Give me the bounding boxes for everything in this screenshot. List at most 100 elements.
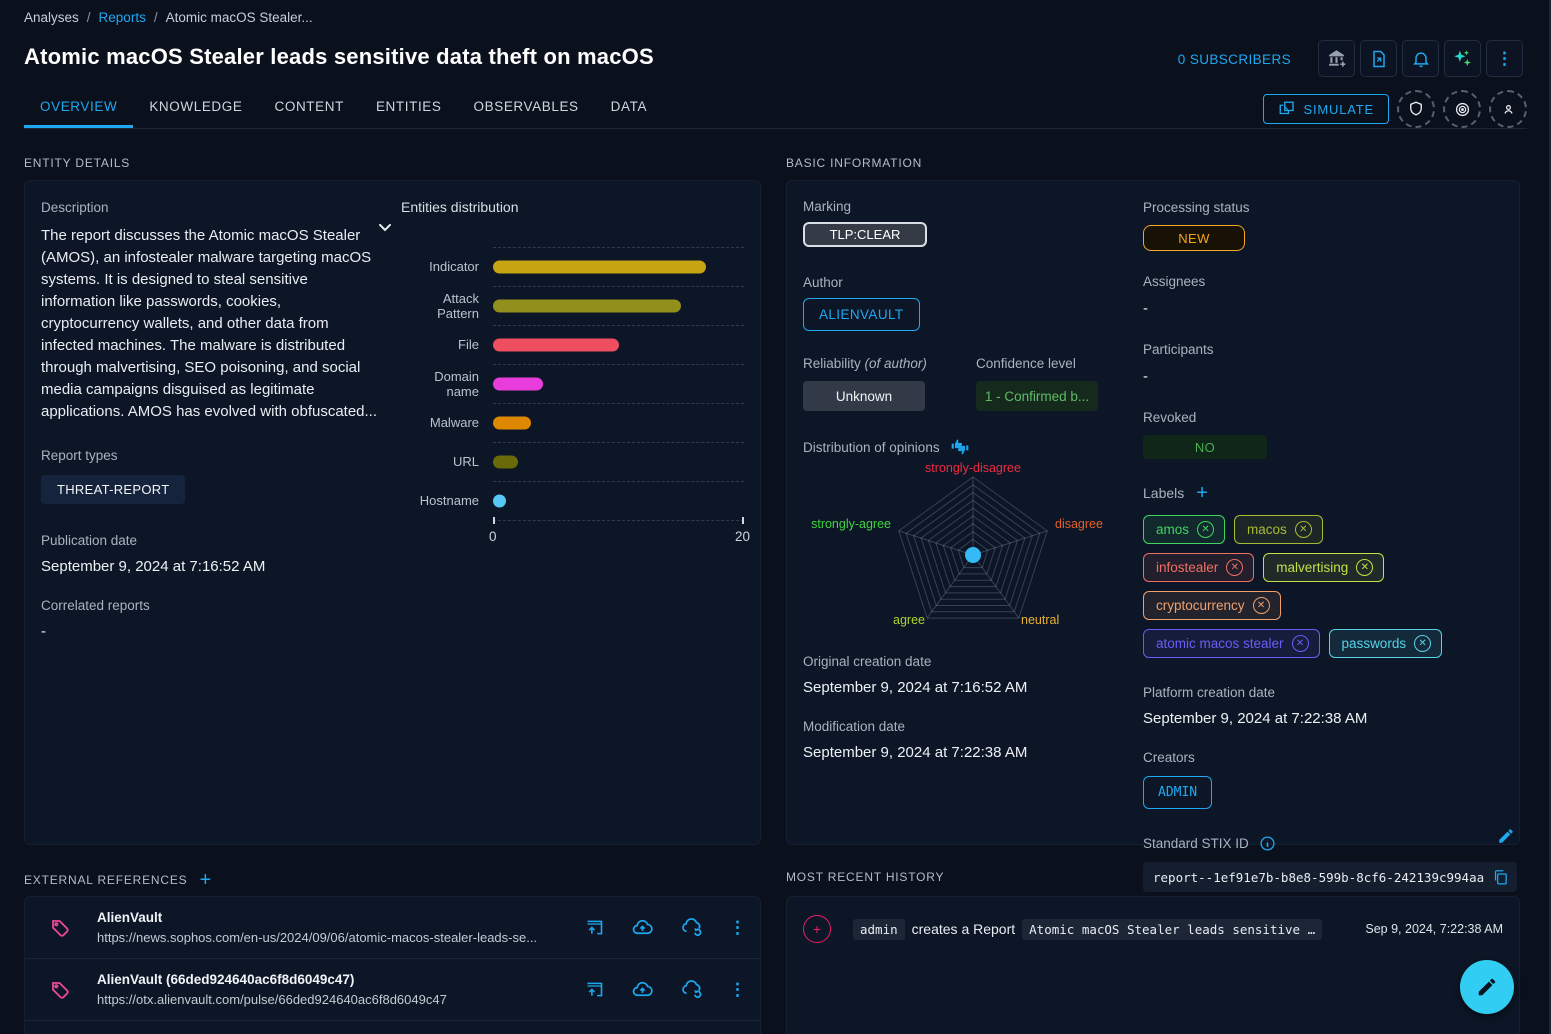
simulate-icon [1278,100,1296,118]
chart-bar[interactable] [493,456,518,469]
remove-label-icon[interactable]: ✕ [1295,521,1312,538]
person-scan-icon [1499,100,1518,119]
breadcrumb-reports[interactable]: Reports [99,10,146,25]
reference-actions: ⋮ [584,978,746,1001]
basic-info-left-column: Marking TLP:CLEAR Author ALIENVAULT Reli… [803,199,1143,826]
creators-label: Creators [1143,750,1195,765]
remove-label-icon[interactable]: ✕ [1197,521,1214,538]
cloud-sync-icon[interactable] [680,916,703,939]
processing-status-chip[interactable]: NEW [1143,225,1245,251]
add-label-icon[interactable]: + [1196,483,1208,503]
confidence-level-chip[interactable]: 1 - Confirmed b... [976,381,1098,411]
remove-label-icon[interactable]: ✕ [1253,597,1270,614]
chart-bar[interactable] [493,339,619,352]
person-scan-indicator-button[interactable] [1489,90,1527,128]
info-icon[interactable] [1259,835,1276,852]
edit-fab-button[interactable] [1460,960,1514,1014]
assignees-value: - [1143,300,1517,317]
chart-bar[interactable] [493,378,543,391]
tab-observables[interactable]: OBSERVABLES [458,88,595,128]
target-icon [1453,100,1472,119]
ai-assistant-button[interactable] [1444,40,1481,77]
chart-bar[interactable] [493,300,681,313]
label-text: macos [1247,522,1287,537]
thumbs-up-down-icon[interactable] [950,437,970,457]
radar-label-neutral: neutral [1021,613,1059,627]
tab-overview[interactable]: OVERVIEW [24,88,133,128]
target-indicator-button[interactable] [1443,90,1481,128]
kebab-menu-icon[interactable]: ⋮ [729,980,746,1000]
remove-label-icon[interactable]: ✕ [1226,559,1243,576]
chevron-down-icon[interactable] [375,217,395,237]
tab-entities[interactable]: ENTITIES [360,88,458,128]
chart-bar[interactable] [493,495,506,508]
open-in-browser-icon[interactable] [584,917,605,938]
author-chip[interactable]: ALIENVAULT [803,298,920,331]
add-external-reference-icon[interactable]: + [199,870,211,890]
create-event-icon: + [803,915,831,943]
revoked-label: Revoked [1143,410,1196,425]
notifications-button[interactable] [1402,40,1439,77]
chart-category-label: Domain name [401,369,493,399]
file-export-icon [1369,49,1389,69]
chart-rows: IndicatorAttack PatternFileDomain nameMa… [401,247,744,540]
reference-name: AlienVault (66ded924640ac6f8d6049c47) [97,972,572,987]
history-action-text: creates a Report [912,921,1016,937]
history-date: Sep 9, 2024, 7:22:38 AM [1365,922,1503,936]
label-chip[interactable]: passwords✕ [1329,629,1443,658]
remove-label-icon[interactable]: ✕ [1414,635,1431,652]
tab-content[interactable]: CONTENT [259,88,360,128]
cloud-upload-icon[interactable] [631,916,654,939]
chart-row: Indicator [401,247,744,286]
chart-plot-area [493,247,744,286]
breadcrumb-analyses[interactable]: Analyses [24,10,79,25]
breadcrumb-separator: / [87,10,91,25]
chart-category-label: Malware [401,415,493,430]
label-chip[interactable]: macos ✕ [1234,515,1323,544]
stix-id-value: report--1ef91e7b-b8e8-599b-8cf6-242139c9… [1153,870,1484,885]
label-text: malvertising [1276,560,1348,575]
marking-chip[interactable]: TLP:CLEAR [803,222,927,247]
original-creation-date-value: September 9, 2024 at 7:16:52 AM [803,679,1143,696]
label-text: infostealer [1156,560,1218,575]
copy-icon[interactable] [1492,869,1509,886]
shield-indicator-button[interactable] [1397,90,1435,128]
remove-label-icon[interactable]: ✕ [1356,559,1373,576]
open-in-browser-icon[interactable] [584,979,605,1000]
chart-bar[interactable] [493,417,531,430]
chart-row: Hostname [401,481,744,520]
correlated-reports-value: - [41,623,381,640]
label-chip[interactable]: atomic macos stealer✕ [1143,629,1320,658]
tab-knowledge[interactable]: KNOWLEDGE [133,88,258,128]
edit-pencil-icon[interactable] [1497,827,1515,845]
add-organization-button[interactable] [1318,40,1355,77]
report-types-label: Report types [41,448,118,463]
chart-row: Domain name [401,364,744,403]
subscribers-count[interactable]: 0 SUBSCRIBERS [1178,52,1291,67]
chart-plot-area [493,481,744,520]
kebab-menu-icon[interactable]: ⋮ [729,918,746,938]
x-tick-label: 20 [735,529,750,544]
chart-category-label: Indicator [401,259,493,274]
creator-chip[interactable]: ADMIN [1143,776,1212,809]
simulate-button[interactable]: SIMULATE [1263,94,1389,124]
export-report-button[interactable] [1360,40,1397,77]
tab-data[interactable]: DATA [595,88,663,128]
label-chip[interactable]: malvertising ✕ [1263,553,1384,582]
basic-information-title: BASIC INFORMATION [786,156,922,170]
external-reference-row[interactable]: AlienVault (66ded924640ac6f8d6049c47) ht… [25,959,760,1021]
label-chip[interactable]: infostealer ✕ [1143,553,1254,582]
external-references-section-label: EXTERNAL REFERENCES + [24,870,212,890]
chart-bar[interactable] [493,261,706,274]
stix-id-label: Standard STIX ID [1143,836,1249,851]
tag-icon [47,978,71,1002]
report-type-chip[interactable]: THREAT-REPORT [41,475,185,504]
history-user-chip: admin [853,919,905,940]
remove-label-icon[interactable]: ✕ [1292,635,1309,652]
label-chip[interactable]: amos✕ [1143,515,1225,544]
cloud-upload-icon[interactable] [631,978,654,1001]
more-options-button[interactable]: ⋮ [1486,40,1523,77]
label-chip[interactable]: cryptocurrency✕ [1143,591,1281,620]
cloud-sync-icon[interactable] [680,978,703,1001]
external-reference-row[interactable]: AlienVault https://news.sophos.com/en-us… [25,897,760,959]
